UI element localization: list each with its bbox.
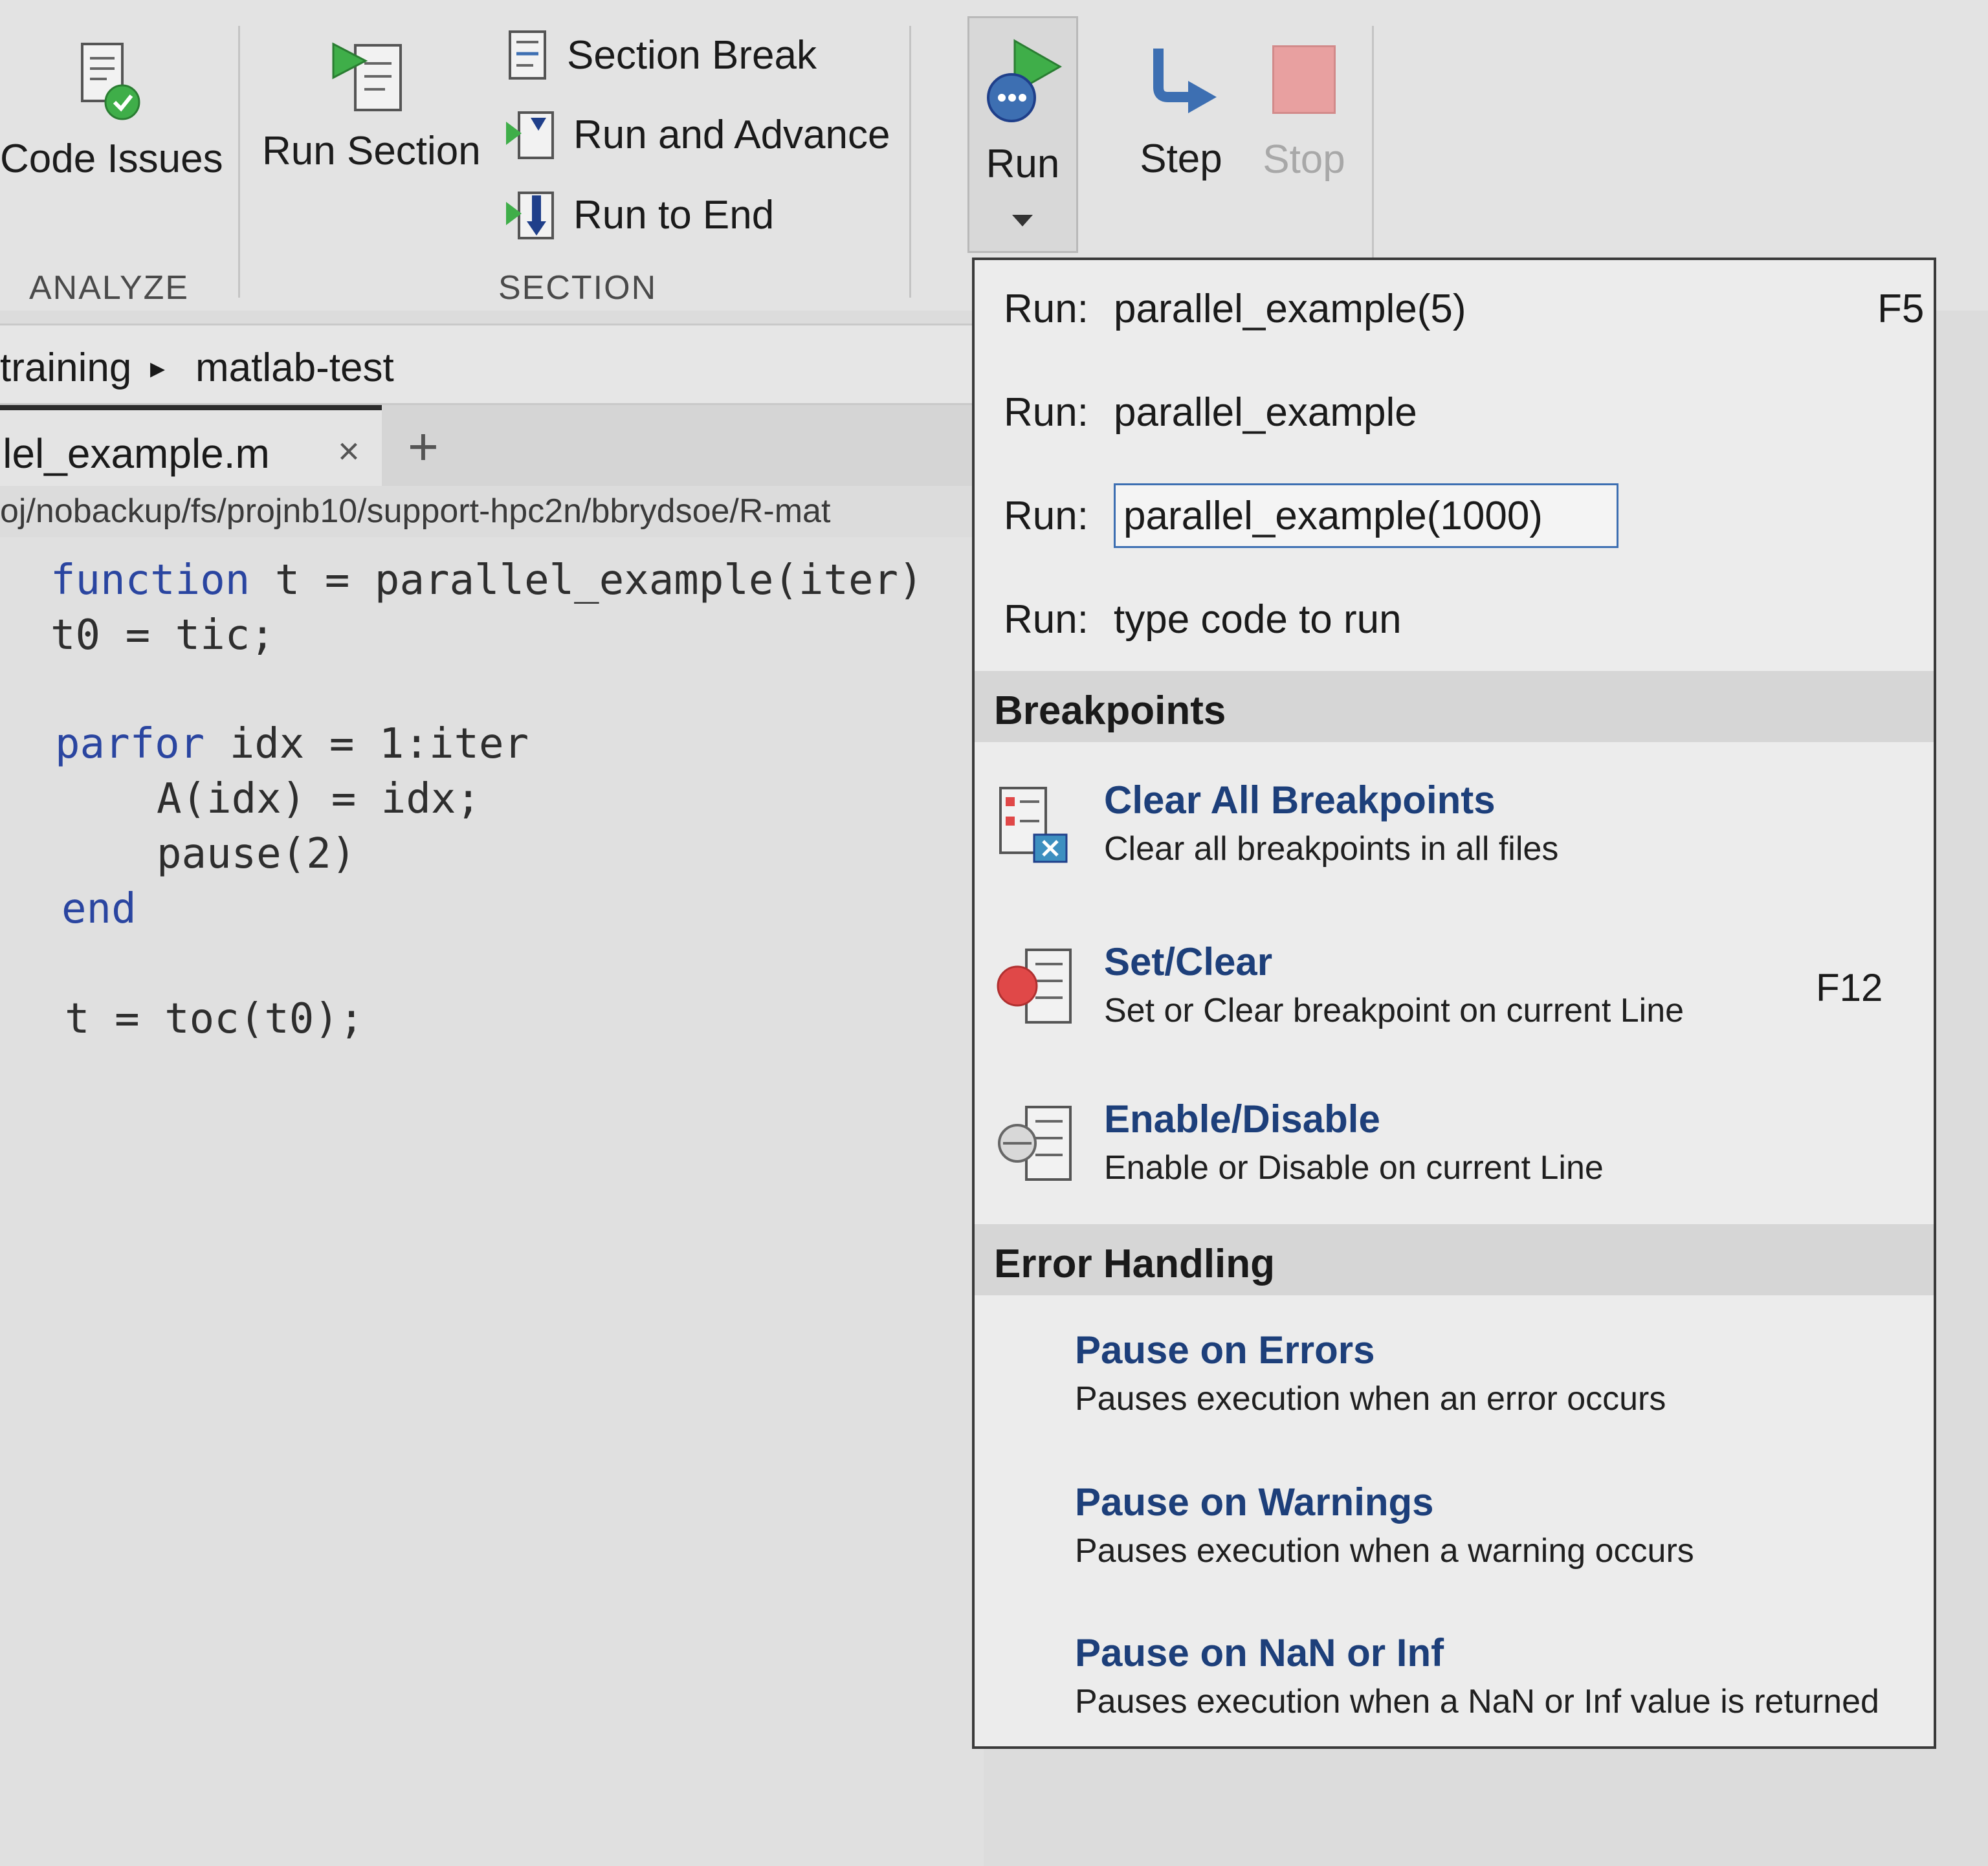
new-tab-button[interactable]: + <box>408 417 439 477</box>
step-icon <box>1153 49 1217 113</box>
menu-item-title: Pause on NaN or Inf <box>1075 1631 1444 1674</box>
menu-item-title: Clear All Breakpoints <box>1104 778 1496 822</box>
run-command: parallel_example <box>1114 390 1417 435</box>
run-option-4[interactable]: Run: type code to run <box>1004 587 1402 652</box>
menu-item-description: Pauses execution when a NaN or Inf value… <box>1075 1683 1879 1720</box>
clear-all-breakpoints-item[interactable]: Clear All Breakpoints Clear all breakpoi… <box>975 778 1934 907</box>
section-break-button[interactable]: Section Break <box>505 23 817 87</box>
group-label-section: SECTION <box>498 269 657 307</box>
code-line: pause(2) <box>157 830 357 878</box>
chevron-down-icon <box>1012 215 1033 226</box>
close-icon[interactable]: × <box>338 430 360 473</box>
chevron-right-icon: ▸ <box>150 351 166 384</box>
stop-button: Stop <box>1255 36 1353 182</box>
run-dropdown-menu: Run: parallel_example(5) F5 Run: paralle… <box>972 258 1936 1749</box>
run-option-3[interactable]: Run: <box>1004 483 1618 548</box>
run-option-2[interactable]: Run: parallel_example <box>1004 380 1417 445</box>
step-button[interactable]: Step <box>1123 36 1239 182</box>
breakpoints-header: Breakpoints <box>975 671 1934 742</box>
code-issues-button[interactable]: Code Issues <box>0 39 223 182</box>
editor-tab-bar: llel_example.m × + <box>0 405 997 486</box>
breadcrumb: training ▸ matlab-test <box>0 324 997 405</box>
section-break-icon <box>509 30 546 80</box>
run-section-icon <box>332 42 402 111</box>
run-section-button[interactable]: Run Section <box>262 39 481 174</box>
code-line: parfor idx = 1:iter <box>55 720 529 768</box>
group-separator <box>1372 26 1374 298</box>
menu-item-title: Enable/Disable <box>1104 1097 1380 1141</box>
menu-item-description: Clear all breakpoints in all files <box>1104 830 1559 868</box>
enable-disable-breakpoint-icon <box>998 1106 1072 1181</box>
menu-item-description: Pauses execution when a warning occurs <box>1075 1532 1694 1570</box>
breadcrumb-item-training[interactable]: training <box>0 345 131 391</box>
run-option-1[interactable]: Run: parallel_example(5) F5 <box>1004 276 1924 341</box>
pause-on-nan-inf-item[interactable]: Pause on NaN or Inf Pauses execution whe… <box>975 1630 1934 1760</box>
run-icon <box>987 39 1063 122</box>
code-line: t0 = tic; <box>50 611 275 659</box>
file-path: oj/nobackup/fs/projnb10/support-hpc2n/bb… <box>0 492 831 530</box>
set-clear-breakpoint-item[interactable]: Set/Clear Set or Clear breakpoint on cur… <box>975 939 1934 1069</box>
enable-disable-breakpoint-item[interactable]: Enable/Disable Enable or Disable on curr… <box>975 1097 1934 1226</box>
set-breakpoint-icon <box>997 949 1072 1024</box>
run-command-placeholder: type code to run <box>1114 597 1402 642</box>
stop-icon <box>1272 45 1336 114</box>
code-line: function t = parallel_example(iter) <box>50 556 923 604</box>
run-prefix: Run: <box>1004 597 1088 642</box>
shortcut-label: F5 <box>1877 286 1925 331</box>
shortcut-label: F12 <box>1816 966 1883 1009</box>
run-prefix: Run: <box>1004 286 1088 331</box>
code-line: A(idx) = idx; <box>157 775 481 823</box>
run-command: parallel_example(5) <box>1114 286 1466 331</box>
run-to-end-button[interactable]: Run to End <box>505 182 774 247</box>
run-and-advance-icon <box>506 111 554 159</box>
pause-on-errors-item[interactable]: Pause on Errors Pauses execution when an… <box>975 1328 1934 1457</box>
menu-item-title: Pause on Warnings <box>1075 1480 1434 1524</box>
menu-item-title: Pause on Errors <box>1075 1328 1375 1372</box>
run-and-advance-button[interactable]: Run and Advance <box>505 102 890 167</box>
run-button[interactable]: Run <box>967 16 1078 253</box>
code-editor[interactable]: function t = parallel_example(iter) t0 =… <box>0 537 984 1866</box>
tab-parallel-example[interactable]: llel_example.m × <box>0 405 382 486</box>
clear-breakpoints-icon <box>999 787 1068 863</box>
group-label-analyze: ANALYZE <box>29 269 190 307</box>
run-prefix: Run: <box>1004 493 1088 538</box>
code-line: t = toc(t0); <box>65 995 364 1043</box>
group-separator <box>238 26 240 298</box>
run-to-end-icon <box>506 192 554 239</box>
menu-item-description: Enable or Disable on current Line <box>1104 1149 1604 1187</box>
pause-on-warnings-item[interactable]: Pause on Warnings Pauses execution when … <box>975 1480 1934 1609</box>
menu-item-description: Set or Clear breakpoint on current Line <box>1104 992 1684 1029</box>
run-command-input[interactable] <box>1114 483 1618 548</box>
menu-item-description: Pauses execution when an error occurs <box>1075 1380 1666 1418</box>
group-separator <box>909 26 911 298</box>
breadcrumb-item-matlab-test[interactable]: matlab-test <box>195 345 394 391</box>
menu-item-title: Set/Clear <box>1104 940 1273 983</box>
error-handling-header: Error Handling <box>975 1224 1934 1295</box>
code-line: end <box>61 885 137 933</box>
tab-label: llel_example.m <box>0 430 270 477</box>
code-issues-icon <box>81 43 140 120</box>
run-prefix: Run: <box>1004 390 1088 435</box>
